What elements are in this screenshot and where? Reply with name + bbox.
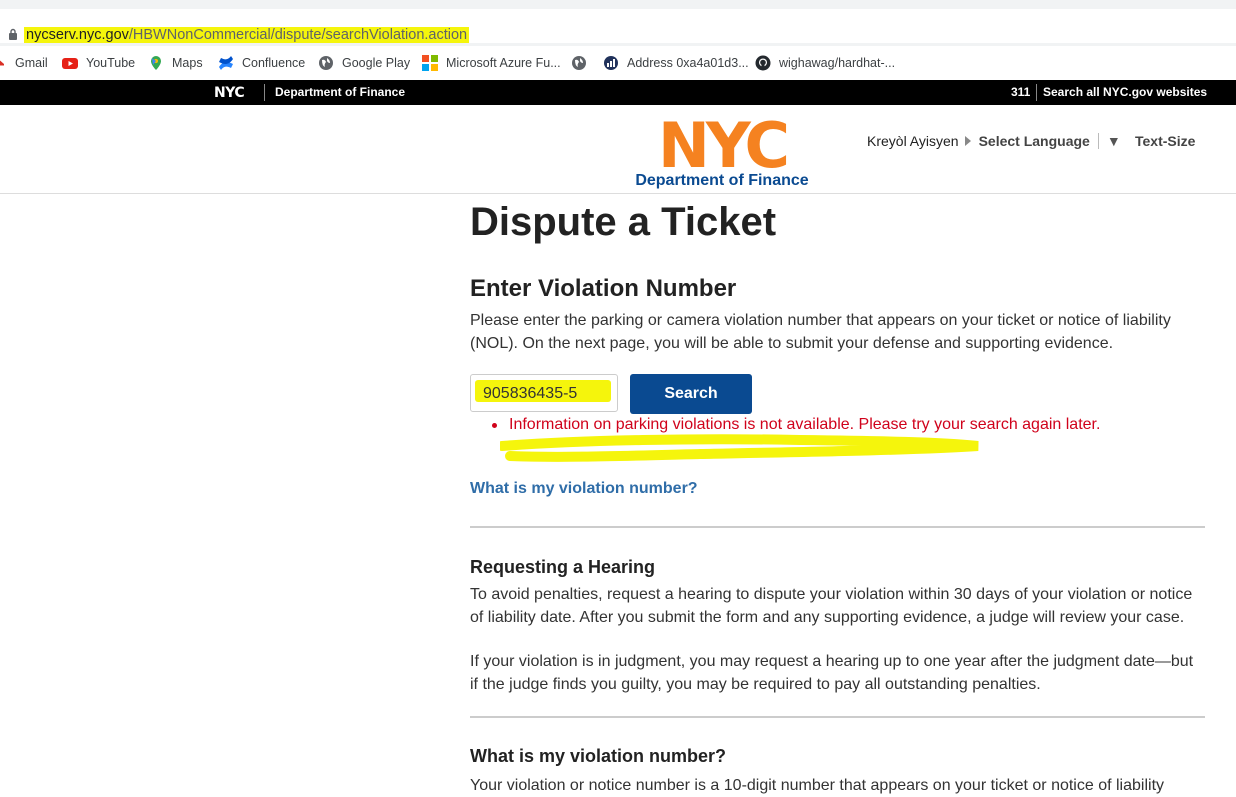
bookmark-label: Gmail bbox=[15, 56, 48, 70]
bookmark-label: Address 0xa4a01d3... bbox=[627, 56, 749, 70]
divider bbox=[1036, 84, 1037, 101]
language-selector: Kreyòl Ayisyen Select Language ▼ bbox=[867, 133, 1121, 149]
github-icon bbox=[755, 55, 771, 71]
bookmark-label: Confluence bbox=[242, 56, 306, 70]
url-path: /HBWNonCommercial/dispute/searchViolatio… bbox=[128, 27, 468, 43]
violation-number-input[interactable]: 905836435-5 bbox=[470, 374, 618, 412]
search-button[interactable]: Search bbox=[630, 374, 752, 414]
department-link[interactable]: Department of Finance bbox=[275, 85, 405, 99]
search-all-link[interactable]: Search all NYC.gov websites bbox=[1043, 85, 1207, 99]
bullet-icon bbox=[492, 422, 497, 428]
divider bbox=[1097, 133, 1099, 149]
lock-icon bbox=[9, 28, 17, 40]
bookmark-globe[interactable] bbox=[571, 53, 595, 73]
nyc-small-logo[interactable]: NYC bbox=[214, 85, 245, 101]
nyc-top-bar: NYC Department of Finance 311 Search all… bbox=[0, 80, 1236, 105]
url-field[interactable]: nycserv.nyc.gov/HBWNonCommercial/dispute… bbox=[0, 9, 1236, 43]
browser-address-bar: nycserv.nyc.gov/HBWNonCommercial/dispute… bbox=[0, 0, 1236, 46]
divider bbox=[470, 716, 1205, 718]
hearing-paragraph-1: To avoid penalties, request a hearing to… bbox=[470, 586, 1193, 626]
globe-icon bbox=[572, 56, 586, 70]
hearing-paragraph-2: If your violation is in judgment, you ma… bbox=[470, 653, 1194, 693]
violation-number-value: 905836435-5 bbox=[483, 385, 578, 402]
highlight-scribble bbox=[500, 434, 979, 462]
maps-icon bbox=[151, 56, 161, 70]
bookmark-label: YouTube bbox=[86, 56, 136, 70]
violation-number-help-link[interactable]: What is my violation number? bbox=[470, 480, 698, 498]
chevron-down-icon[interactable]: ▼ bbox=[1107, 133, 1121, 149]
youtube-icon bbox=[62, 58, 78, 69]
svg-text:Department of Finance: Department of Finance bbox=[635, 172, 808, 189]
bookmark-label: wighawag/hardhat-... bbox=[779, 56, 896, 70]
text-size-button[interactable]: Text-Size bbox=[1135, 133, 1195, 149]
confluence-icon bbox=[219, 56, 233, 70]
page-title: Dispute a Ticket bbox=[470, 200, 777, 244]
section-title: Enter Violation Number bbox=[470, 275, 737, 302]
site-header: NYC Department of Finance Kreyòl Ayisyen… bbox=[0, 105, 1236, 194]
triangle-right-icon bbox=[964, 136, 971, 146]
bookmark-label: Maps bbox=[172, 56, 203, 70]
bookmark-google-play[interactable]: Google Play bbox=[318, 53, 410, 73]
url-domain: nycserv.nyc.gov bbox=[26, 27, 129, 43]
bookmark-maps[interactable]: Maps bbox=[148, 53, 203, 73]
divider bbox=[470, 526, 1205, 528]
bookmark-youtube[interactable]: YouTube bbox=[62, 53, 135, 73]
link-311[interactable]: 311 bbox=[1011, 85, 1030, 99]
divider bbox=[264, 84, 265, 101]
bookmark-address[interactable]: Address 0xa4a01d3... bbox=[603, 53, 749, 73]
etherscan-icon bbox=[604, 56, 618, 70]
violation-number-paragraph: Your violation or notice number is a 10-… bbox=[470, 777, 1165, 794]
microsoft-icon bbox=[422, 55, 438, 71]
violation-number-title: What is my violation number? bbox=[470, 746, 727, 766]
bookmark-github[interactable]: wighawag/hardhat-... bbox=[755, 53, 895, 73]
nyc-finance-logo[interactable]: NYC Department of Finance bbox=[627, 113, 817, 193]
hearing-title: Requesting a Hearing bbox=[470, 557, 656, 577]
bookmark-gmail[interactable]: Gmail bbox=[0, 53, 48, 73]
intro-text: Please enter the parking or camera viola… bbox=[470, 312, 1171, 352]
bookmarks-bar: Gmail YouTube Maps Confluence Google Pla… bbox=[0, 46, 1236, 80]
bookmark-label: Google Play bbox=[342, 56, 411, 70]
globe-icon bbox=[319, 56, 333, 70]
url-text[interactable]: nycserv.nyc.gov/HBWNonCommercial/dispute… bbox=[24, 23, 470, 47]
gmail-icon bbox=[0, 60, 4, 66]
bookmark-azure[interactable]: Microsoft Azure Fu... bbox=[422, 53, 561, 73]
bookmark-confluence[interactable]: Confluence bbox=[218, 53, 305, 73]
current-language[interactable]: Kreyòl Ayisyen bbox=[867, 133, 959, 149]
select-language-dropdown[interactable]: Select Language bbox=[979, 133, 1090, 149]
bookmark-label: Microsoft Azure Fu... bbox=[446, 56, 561, 70]
